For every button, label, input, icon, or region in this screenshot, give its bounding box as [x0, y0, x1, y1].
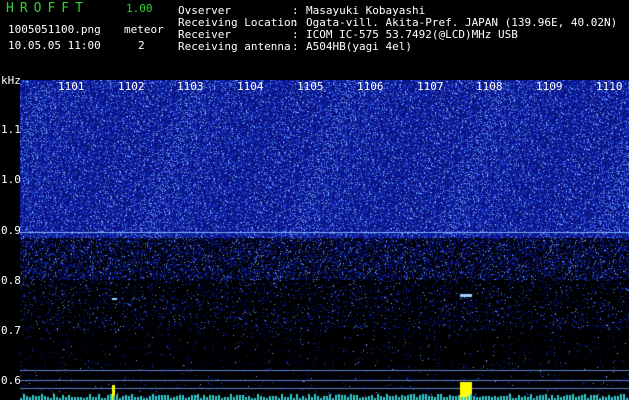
meta-colon: : [292, 40, 299, 53]
x-tick-label: 1109 [536, 80, 563, 93]
x-tick-label: 1110 [596, 80, 623, 93]
datetime: 10.05.05 11:00 [8, 39, 101, 52]
y-tick-label: 1.1 [1, 123, 21, 136]
meteor-count: 2 [138, 39, 145, 52]
spectrogram [20, 80, 629, 400]
y-tick-label: 0.9 [1, 224, 21, 237]
meteor-label: meteor [124, 23, 164, 36]
app-title: HROFFT [6, 1, 89, 16]
app-version: 1.00 [126, 2, 153, 15]
y-tick-label: 0.6 [1, 374, 21, 387]
meta-value-antenna: A504HB(yagi 4el) [306, 40, 412, 53]
y-tick-label: 0.7 [1, 324, 21, 337]
y-tick-label: 0.8 [1, 274, 21, 287]
y-axis-unit: kHz [1, 74, 21, 87]
x-tick-label: 1106 [357, 80, 384, 93]
meta-key-antenna: Receiving antenna [178, 40, 291, 53]
file-name: 1005051100.png [8, 23, 101, 36]
x-tick-label: 1105 [297, 80, 324, 93]
x-tick-label: 1101 [58, 80, 85, 93]
x-tick-label: 1104 [237, 80, 264, 93]
y-tick-label: 1.0 [1, 173, 21, 186]
x-tick-label: 1108 [476, 80, 503, 93]
x-tick-label: 1107 [417, 80, 444, 93]
x-tick-label: 1103 [177, 80, 204, 93]
x-tick-label: 1102 [118, 80, 145, 93]
